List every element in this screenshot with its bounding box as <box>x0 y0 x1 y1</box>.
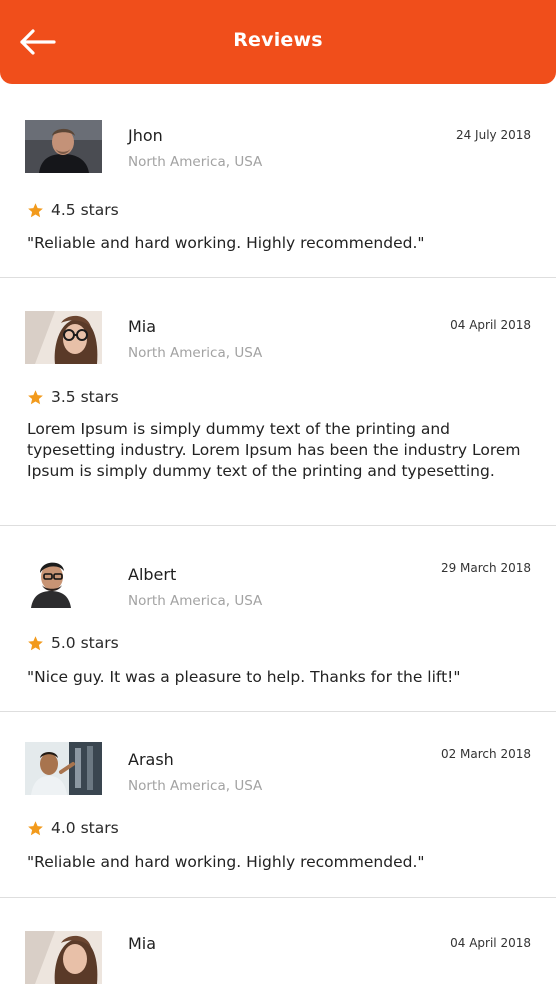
review-text: "Reliable and hard working. Highly recom… <box>27 234 425 252</box>
reviewer-location: North America, USA <box>128 593 263 609</box>
avatar <box>25 311 102 364</box>
star-icon <box>28 389 43 404</box>
reviewer-name: Albert <box>128 565 177 584</box>
avatar <box>25 931 102 984</box>
review-date: 04 April 2018 <box>450 318 531 332</box>
avatar <box>25 555 102 608</box>
review-card: Albert North America, USA 29 March 2018 … <box>0 526 556 712</box>
rating-label: 3.5 stars <box>51 388 119 406</box>
review-card: Jhon North America, USA 24 July 2018 4.5… <box>0 84 556 278</box>
star-icon <box>28 820 43 835</box>
reviewer-name: Mia <box>128 934 157 953</box>
review-date: 29 March 2018 <box>440 561 531 575</box>
review-rating: 3.5 stars <box>27 388 119 406</box>
review-card: Mia North America, USA 04 April 2018 3.5… <box>0 278 556 526</box>
reviewer-location: North America, USA <box>128 345 263 361</box>
reviewer-location: North America, USA <box>128 778 263 794</box>
star-icon <box>28 635 43 650</box>
app-header: Reviews <box>0 0 556 84</box>
review-text: "Nice guy. It was a pleasure to help. Th… <box>27 668 461 686</box>
reviewer-name: Arash <box>128 750 174 769</box>
review-date: 02 March 2018 <box>440 747 531 761</box>
rating-label: 4.5 stars <box>51 201 119 219</box>
reviews-list: Jhon North America, USA 24 July 2018 4.5… <box>0 84 556 984</box>
review-rating: 4.0 stars <box>27 819 119 837</box>
rating-label: 5.0 stars <box>51 634 119 652</box>
review-card: Arash North America, USA 02 March 2018 4… <box>0 712 556 898</box>
review-text: "Reliable and hard working. Highly recom… <box>27 853 425 871</box>
reviewer-location: North America, USA <box>128 154 263 170</box>
review-card: Mia 04 April 2018 <box>0 898 556 984</box>
review-rating: 4.5 stars <box>27 201 119 219</box>
star-icon <box>28 202 43 217</box>
reviewer-name: Jhon <box>128 126 163 145</box>
review-date: 04 April 2018 <box>450 936 531 950</box>
review-rating: 5.0 stars <box>27 634 119 652</box>
reviewer-name: Mia <box>128 317 157 336</box>
review-text: Lorem Ipsum is simply dummy text of the … <box>27 420 521 480</box>
avatar <box>25 120 102 173</box>
avatar <box>25 742 102 795</box>
page-title: Reviews <box>233 29 323 51</box>
review-date: 24 July 2018 <box>455 128 531 142</box>
rating-label: 4.0 stars <box>51 819 119 837</box>
